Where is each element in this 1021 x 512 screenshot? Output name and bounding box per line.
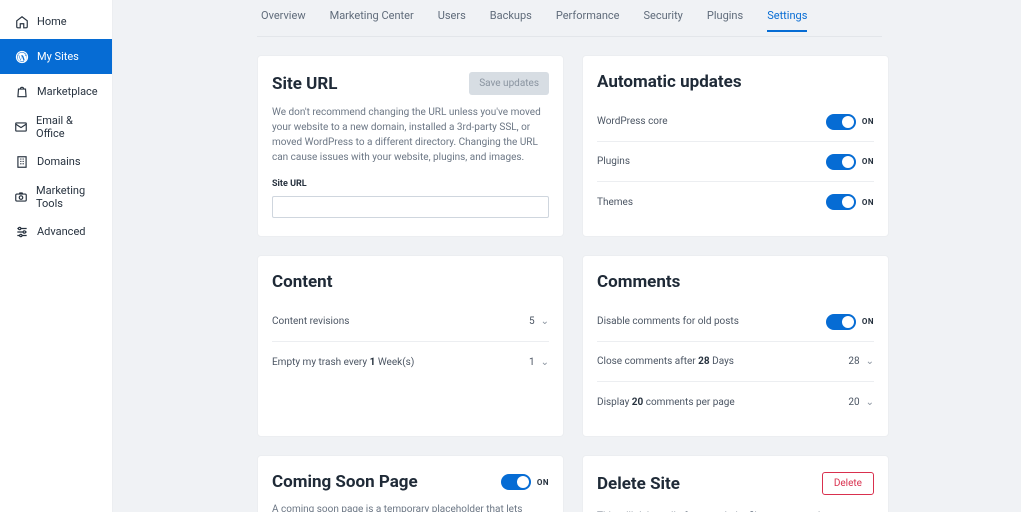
card-title: Automatic updates <box>597 72 874 92</box>
toggle-state: ON <box>537 478 549 487</box>
card-content: Content Content revisions 5 ⌄ Empty my t… <box>257 255 564 437</box>
tab-users[interactable]: Users <box>438 9 466 30</box>
row-themes: Themes ON <box>597 182 874 222</box>
tab-overview[interactable]: Overview <box>261 9 306 30</box>
chevron-down-icon: ⌄ <box>541 357 549 368</box>
bag-icon <box>14 84 29 99</box>
chevron-down-icon: ⌄ <box>866 356 874 367</box>
sidebar-item-home[interactable]: Home <box>0 4 112 39</box>
tab-performance[interactable]: Performance <box>556 9 620 30</box>
tab-marketing-center[interactable]: Marketing Center <box>330 9 414 30</box>
sidebar-item-marketing-tools[interactable]: Marketing Tools <box>0 179 112 214</box>
card-delete-site: Delete Site Delete This will delete all … <box>582 455 889 512</box>
row-display-comments[interactable]: Display 20 comments per page 20 ⌄ <box>597 382 874 422</box>
row-value: 28 <box>848 356 859 367</box>
row-label: WordPress core <box>597 116 668 127</box>
chevron-down-icon: ⌄ <box>541 316 549 327</box>
card-title: Comments <box>597 272 874 292</box>
building-icon <box>14 154 29 169</box>
tab-security[interactable]: Security <box>644 9 683 30</box>
card-title: Site URL <box>272 74 337 94</box>
row-label: Content revisions <box>272 316 349 327</box>
camera-icon <box>14 189 28 204</box>
sidebar-item-label: Email & Office <box>36 114 98 140</box>
toggle-state: ON <box>862 117 874 126</box>
row-disable-comments: Disable comments for old posts ON <box>597 302 874 342</box>
row-label: Empty my trash every 1 Week(s) <box>272 357 414 368</box>
site-url-field-label: Site URL <box>272 179 549 189</box>
row-label: Themes <box>597 197 633 208</box>
coming-soon-description: A coming soon page is a temporary placeh… <box>272 502 549 512</box>
sidebar-item-label: Advanced <box>37 225 85 238</box>
row-value: 5 <box>529 316 535 327</box>
row-label: Close comments after 28 Days <box>597 356 734 367</box>
toggle-state: ON <box>862 198 874 207</box>
sidebar-item-label: Home <box>37 15 67 28</box>
tab-settings[interactable]: Settings <box>767 9 807 32</box>
row-close-comments[interactable]: Close comments after 28 Days 28 ⌄ <box>597 342 874 382</box>
save-updates-button[interactable]: Save updates <box>469 72 549 95</box>
sidebar-item-email-office[interactable]: Email & Office <box>0 109 112 144</box>
row-plugins: Plugins ON <box>597 142 874 182</box>
card-site-url: Site URL Save updates We don't recommend… <box>257 55 564 237</box>
sidebar-item-label: My Sites <box>37 50 79 63</box>
sidebar-item-label: Marketing Tools <box>36 184 98 210</box>
card-title: Content <box>272 272 549 292</box>
sidebar-item-label: Domains <box>37 155 81 168</box>
sliders-icon <box>14 224 29 239</box>
sidebar: Home My Sites Marketplace Email & Office… <box>0 0 113 512</box>
content-scroll[interactable]: Site URL Save updates We don't recommend… <box>113 37 1021 512</box>
card-title: Delete Site <box>597 474 680 494</box>
sidebar-item-domains[interactable]: Domains <box>0 144 112 179</box>
sidebar-item-label: Marketplace <box>37 85 98 98</box>
row-value: 20 <box>848 397 859 408</box>
toggle-disable-comments[interactable] <box>826 314 856 330</box>
toggle-coming-soon[interactable] <box>501 474 531 490</box>
toggle-themes[interactable] <box>826 194 856 210</box>
mail-icon <box>14 119 28 134</box>
card-comments: Comments Disable comments for old posts … <box>582 255 889 437</box>
row-wp-core: WordPress core ON <box>597 102 874 142</box>
tab-backups[interactable]: Backups <box>490 9 532 30</box>
row-label: Disable comments for old posts <box>597 316 739 327</box>
row-empty-trash[interactable]: Empty my trash every 1 Week(s) 1 ⌄ <box>272 342 549 382</box>
row-value: 1 <box>529 357 535 368</box>
site-url-input[interactable] <box>272 196 549 218</box>
sidebar-item-advanced[interactable]: Advanced <box>0 214 112 249</box>
site-url-description: We don't recommend changing the URL unle… <box>272 105 549 165</box>
toggle-state: ON <box>862 317 874 326</box>
card-automatic-updates: Automatic updates WordPress core ON Plug… <box>582 55 889 237</box>
toggle-plugins[interactable] <box>826 154 856 170</box>
sidebar-item-marketplace[interactable]: Marketplace <box>0 74 112 109</box>
delete-site-button[interactable]: Delete <box>822 472 874 495</box>
tab-plugins[interactable]: Plugins <box>707 9 743 30</box>
main-area: Overview Marketing Center Users Backups … <box>113 0 1021 512</box>
toggle-wp-core[interactable] <box>826 114 856 130</box>
row-label: Display 20 comments per page <box>597 397 735 408</box>
card-title: Coming Soon Page <box>272 472 418 492</box>
tab-strip: Overview Marketing Center Users Backups … <box>257 9 882 37</box>
card-coming-soon: Coming Soon Page ON A coming soon page i… <box>257 455 564 512</box>
row-content-revisions[interactable]: Content revisions 5 ⌄ <box>272 302 549 342</box>
home-icon <box>14 14 29 29</box>
toggle-state: ON <box>862 157 874 166</box>
wordpress-icon <box>14 49 29 64</box>
row-label: Plugins <box>597 156 630 167</box>
sidebar-item-my-sites[interactable]: My Sites <box>0 39 112 74</box>
chevron-down-icon: ⌄ <box>866 397 874 408</box>
